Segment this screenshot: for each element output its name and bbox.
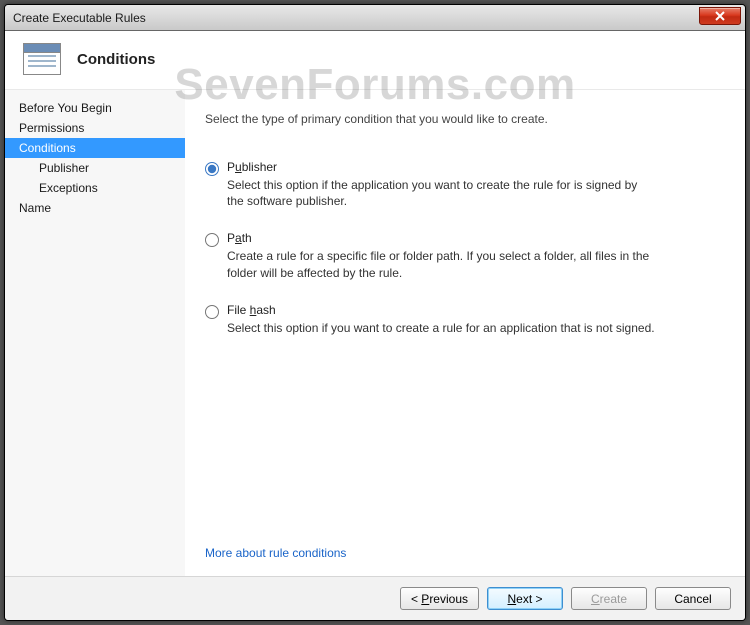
wizard-main: Select the type of primary condition tha… [185,90,745,576]
next-button[interactable]: Next > [487,587,563,610]
titlebar[interactable]: Create Executable Rules [5,5,745,31]
option-path[interactable]: Path Create a rule for a specific file o… [205,231,717,280]
wizard-footer: < Previous Next > Create Cancel [5,576,745,620]
close-icon [715,11,725,21]
conditions-icon [23,43,61,75]
wizard-nav: Before You Begin Permissions Conditions … [5,90,185,576]
option-filehash-label: File hash [227,303,655,317]
option-filehash[interactable]: File hash Select this option if you want… [205,303,717,336]
option-path-desc: Create a rule for a specific file or fol… [227,248,657,280]
option-publisher[interactable]: Publisher Select this option if the appl… [205,160,717,209]
dialog-window: Create Executable Rules Conditions Seven… [4,4,746,621]
help-link[interactable]: More about rule conditions [205,546,346,560]
radio-path[interactable] [205,233,219,247]
option-filehash-desc: Select this option if you want to create… [227,320,655,336]
page-title: Conditions [77,51,155,68]
instruction-text: Select the type of primary condition tha… [205,112,717,126]
wizard-body: SevenForums.com Before You Begin Permiss… [5,90,745,576]
option-publisher-label: Publisher [227,160,657,174]
option-path-label: Path [227,231,657,245]
cancel-button[interactable]: Cancel [655,587,731,610]
nav-conditions[interactable]: Conditions [5,138,185,158]
nav-permissions[interactable]: Permissions [5,118,185,138]
option-publisher-desc: Select this option if the application yo… [227,177,657,209]
nav-before-you-begin[interactable]: Before You Begin [5,98,185,118]
close-button[interactable] [699,7,741,25]
nav-exceptions[interactable]: Exceptions [5,178,185,198]
create-button: Create [571,587,647,610]
wizard-header: Conditions [5,31,745,90]
radio-filehash[interactable] [205,305,219,319]
previous-button[interactable]: < Previous [400,587,479,610]
radio-publisher[interactable] [205,162,219,176]
nav-name[interactable]: Name [5,198,185,218]
nav-publisher[interactable]: Publisher [5,158,185,178]
window-title: Create Executable Rules [13,11,146,25]
